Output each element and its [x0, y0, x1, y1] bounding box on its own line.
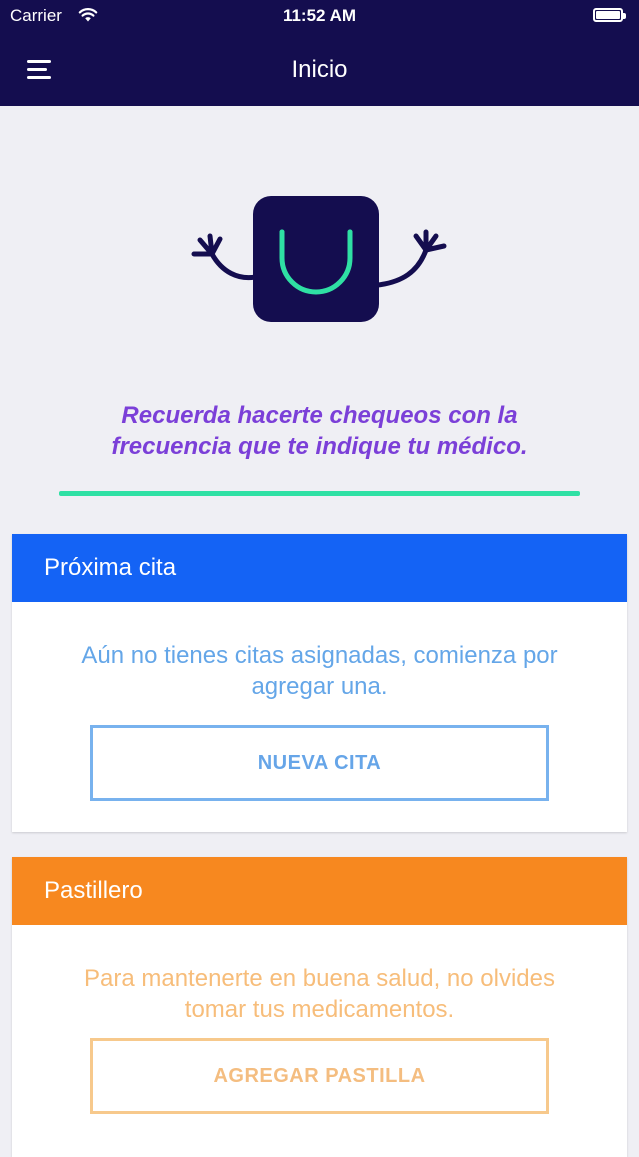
next-appointment-card: Próxima cita Aún no tienes citas asignad…: [12, 534, 627, 832]
pillbox-message-line-2: tomar tus medicamentos.: [184, 996, 455, 1023]
next-appointment-message: Aún no tienes citas asignadas, comienza …: [12, 640, 627, 702]
pillbox-title: Pastillero: [12, 857, 627, 925]
navigation-bar: Inicio: [0, 34, 639, 106]
reminder-line-1: Recuerda hacerte chequeos con la: [121, 402, 518, 429]
status-bar: Carrier 11:52 AM: [0, 0, 639, 34]
next-appointment-message-line-2: agregar una.: [251, 673, 388, 700]
add-pill-button[interactable]: AGREGAR PASTILLA: [90, 1038, 549, 1114]
pillbox-card: Pastillero Para mantenerte en buena salu…: [12, 857, 627, 1157]
divider: [59, 491, 580, 496]
reminder-message: Recuerda hacerte chequeos con la frecuen…: [40, 400, 599, 462]
status-time: 11:52 AM: [282, 6, 357, 25]
next-appointment-message-line-1: Aún no tienes citas asignadas, comienza …: [81, 642, 558, 669]
pillbox-message: Para mantenerte en buena salud, no olvid…: [12, 963, 627, 1025]
smiling-mascot-icon: [191, 196, 447, 322]
page-title: Inicio: [291, 56, 348, 83]
pillbox-message-line-1: Para mantenerte en buena salud, no olvid…: [84, 965, 555, 992]
next-appointment-title: Próxima cita: [12, 534, 627, 602]
battery-icon: [593, 8, 626, 22]
new-appointment-button[interactable]: NUEVA CITA: [90, 725, 549, 801]
reminder-line-2: frecuencia que te indique tu médico.: [111, 433, 528, 460]
